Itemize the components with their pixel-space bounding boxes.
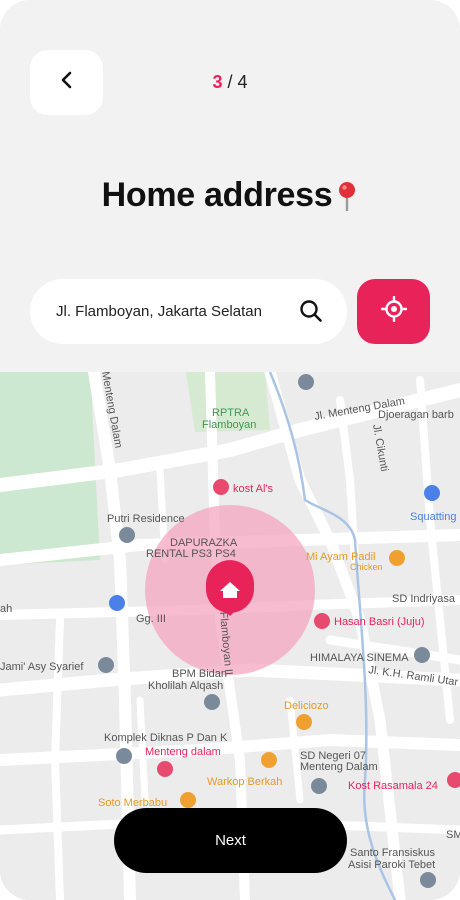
map-label-himalaya: HIMALAYA SINEMA bbox=[310, 652, 409, 664]
map-label-menteng-dalam-poi: Menteng dalam bbox=[145, 746, 221, 758]
map-label-menteng-dalam-school: Menteng Dalam bbox=[300, 761, 378, 773]
page-title-text: Home address bbox=[101, 176, 333, 214]
step-current: 3 bbox=[212, 72, 223, 92]
header-panel: 3 / 4 Home address bbox=[0, 0, 460, 372]
step-indicator: 3 / 4 bbox=[0, 72, 460, 93]
map-label-deliciozo: Deliciozo bbox=[284, 700, 329, 712]
step-total: 4 bbox=[237, 72, 248, 92]
next-button[interactable]: Next bbox=[114, 808, 347, 873]
map-label-putri-residence: Putri Residence bbox=[107, 513, 185, 525]
map-label-warkop: Warkop Berkah bbox=[207, 776, 282, 788]
address-search-input[interactable] bbox=[54, 302, 288, 321]
map-label-sd-indriyasa: SD Indriyasa bbox=[392, 593, 456, 605]
map-label-kost-rasamala: Kost Rasamala 24 bbox=[348, 780, 438, 792]
map-label-gg3: Gg. III bbox=[136, 613, 166, 625]
map-label-hasan-basri: Hasan Basri (Juju) bbox=[334, 616, 424, 628]
map-label-djoeragan: Djoeragan barb bbox=[378, 409, 454, 421]
step-separator: / bbox=[222, 72, 238, 92]
map-label-sm: SM bbox=[446, 829, 460, 841]
map-label-rptra: RPTRA bbox=[212, 407, 250, 419]
crosshair-icon bbox=[380, 295, 407, 327]
map-label-asisi: Asisi Paroki Tebet bbox=[348, 859, 435, 871]
map-label-flamboyan: Flamboyan bbox=[202, 419, 256, 431]
map-label-chicken: Chicken bbox=[350, 562, 383, 572]
search-bar bbox=[30, 279, 347, 344]
map-label-squatting: Squatting bbox=[410, 511, 456, 523]
map-label-komplek: Komplek Diknas P Dan K bbox=[104, 732, 228, 744]
map-label-bpm-bidan: BPM Bidan bbox=[172, 668, 227, 680]
map-label-ah: ah bbox=[0, 603, 12, 615]
phone-screen: 3 / 4 Home address Jl. Flamboyan, Jakart… bbox=[0, 0, 460, 900]
map-label-rental: RENTAL PS3 PS4 bbox=[146, 548, 236, 560]
map-label-santo: Santo Fransiskus bbox=[350, 847, 435, 859]
map-label-kost-als: kost Al's bbox=[233, 483, 274, 495]
locate-me-button[interactable] bbox=[357, 279, 430, 344]
map-label-jami: Jami' Asy Syarief bbox=[0, 661, 84, 673]
map-label-kholilah: Kholilah Alqash bbox=[148, 680, 223, 692]
page-title: Home address bbox=[0, 176, 460, 221]
search-icon[interactable] bbox=[299, 299, 323, 328]
map-pin-emoji-icon bbox=[336, 180, 358, 221]
